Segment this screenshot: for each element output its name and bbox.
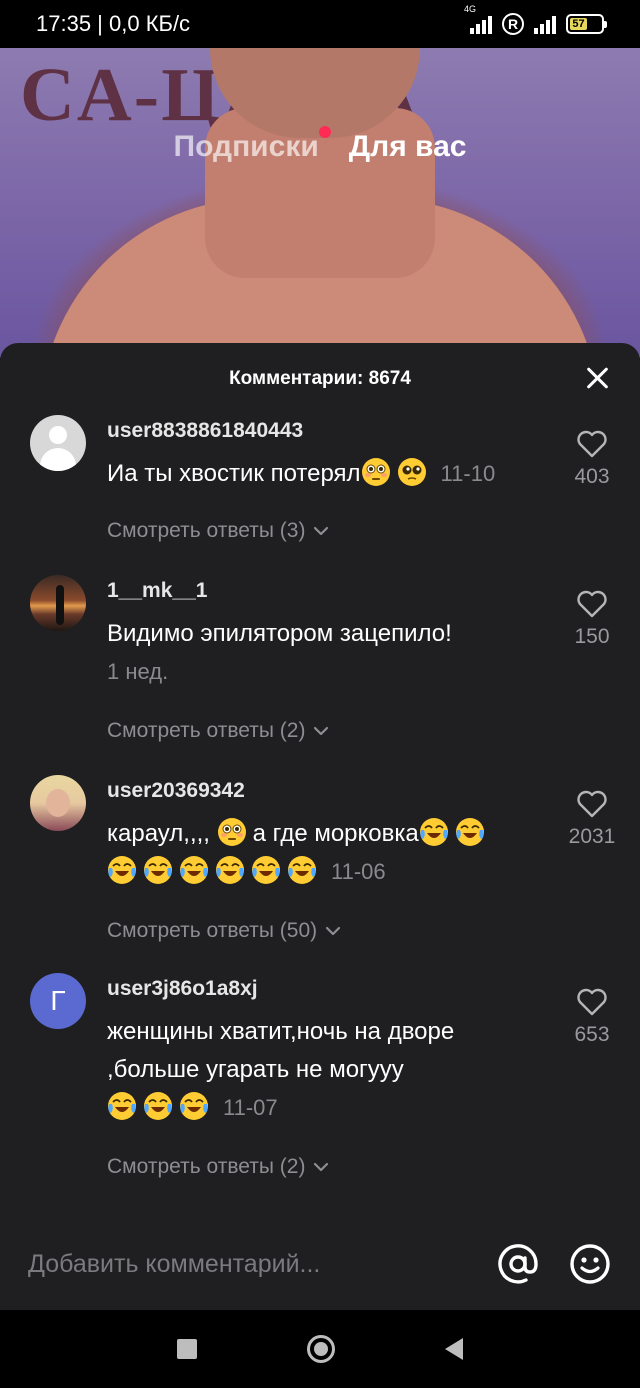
chevron-down-icon [311, 1157, 331, 1177]
avatar-sunset[interactable] [30, 575, 86, 631]
comment-input[interactable] [28, 1242, 496, 1286]
battery-icon: 57 [566, 14, 607, 34]
network-type-label: 4G [464, 4, 477, 14]
like-button[interactable]: 2031 [564, 789, 620, 849]
comment-text: женщины хватит,ночь на дворе ,больше уга… [107, 1013, 547, 1127]
heart-icon [576, 589, 608, 619]
comment-username[interactable]: user3j86o1a8xj [107, 977, 258, 1001]
like-count: 653 [574, 1023, 610, 1046]
joy-face-icon [419, 817, 449, 847]
chevron-down-icon [323, 921, 343, 941]
comment-text: Иа ты хвостик потерял 11-10 [107, 455, 547, 493]
close-icon[interactable] [584, 365, 610, 391]
joy-face-icon [179, 855, 209, 885]
chevron-down-icon [311, 721, 331, 741]
battery-level: 57 [570, 18, 588, 30]
back-icon[interactable] [445, 1338, 463, 1360]
avatar-woman[interactable] [30, 775, 86, 831]
tab-subscriptions-label: Подписки [173, 130, 319, 163]
notification-dot [318, 126, 331, 138]
like-count: 150 [574, 625, 610, 648]
home-icon[interactable] [307, 1335, 335, 1363]
heart-icon [576, 789, 608, 819]
comment-text-mid: а где морковка [252, 820, 419, 847]
comment-text: Видимо эпилятором зацепило! 1 нед. [107, 615, 547, 691]
comments-title: Комментарии: 8674 [229, 368, 411, 389]
joy-face-icon [179, 1091, 209, 1121]
comment-username[interactable]: user8838861840443 [107, 419, 303, 443]
comment-text-body: Иа ты хвостик потерял [107, 460, 361, 487]
comment-input-bar [0, 1218, 640, 1310]
video-background[interactable]: CA-ЦА-CA Подписки Для вас [0, 48, 640, 358]
comment-date: 1 нед. [107, 659, 169, 684]
joy-face-icon [107, 855, 137, 885]
signal-4g-icon: 4G [464, 4, 492, 34]
heart-icon [576, 429, 608, 459]
comment-text-body: Видимо эпилятором зацепило! [107, 620, 452, 647]
joy-face-icon [251, 855, 281, 885]
like-button[interactable]: 150 [564, 589, 620, 649]
flushed-face-icon [217, 817, 247, 847]
view-replies-button[interactable]: Смотреть ответы (2) [107, 1155, 331, 1179]
view-replies-label: Смотреть ответы (50) [107, 919, 318, 942]
tab-for-you[interactable]: Для вас [349, 130, 467, 164]
like-button[interactable]: 403 [564, 429, 620, 489]
like-count: 2031 [568, 825, 616, 848]
joy-face-icon [107, 1091, 137, 1121]
heart-icon [576, 987, 608, 1017]
comment-text-before: караул,,,, [107, 820, 217, 847]
registered-icon: R [502, 13, 524, 35]
view-replies-label: Смотреть ответы (3) [107, 519, 306, 542]
view-replies-button[interactable]: Смотреть ответы (50) [107, 919, 343, 943]
comment-text-body: женщины хватит,ночь на дворе ,больше уга… [107, 1018, 455, 1083]
view-replies-label: Смотреть ответы (2) [107, 719, 306, 742]
avatar-letter[interactable]: Г [30, 973, 86, 1029]
status-bar: 17:35 | 0,0 КБ/с 4G R 57 [0, 0, 640, 48]
view-replies-button[interactable]: Смотреть ответы (2) [107, 719, 331, 743]
comment-date: 11-07 [223, 1095, 278, 1120]
like-count: 403 [574, 465, 610, 488]
feed-tabs: Подписки Для вас [0, 126, 640, 164]
signal-icon [534, 14, 556, 34]
chevron-down-icon [311, 521, 331, 541]
system-nav-bar [0, 1310, 640, 1388]
comment-date: 11-10 [440, 461, 496, 486]
status-time-speed: 17:35 | 0,0 КБ/с [36, 11, 191, 36]
tab-subscriptions[interactable]: Подписки [173, 126, 331, 164]
mention-icon[interactable] [496, 1242, 540, 1286]
view-replies-label: Смотреть ответы (2) [107, 1155, 306, 1178]
comments-header: Комментарии: 8674 [0, 343, 640, 415]
comment-username[interactable]: user20369342 [107, 779, 245, 803]
like-button[interactable]: 653 [564, 987, 620, 1047]
comment-text: караул,,,, а где морковка 11-06 [107, 815, 547, 891]
avatar-default[interactable] [30, 415, 86, 471]
joy-face-icon [455, 817, 485, 847]
emoji-icon[interactable] [568, 1242, 612, 1286]
comment-date: 11-06 [331, 859, 386, 884]
pleading-face-icon [397, 457, 427, 487]
recents-icon[interactable] [177, 1339, 197, 1359]
status-icons: 4G R 57 [464, 4, 607, 35]
joy-face-icon [287, 855, 317, 885]
joy-face-icon [215, 855, 245, 885]
comment-username[interactable]: 1__mk__1 [107, 579, 207, 603]
flushed-face-icon [361, 457, 391, 487]
comments-sheet: Комментарии: 8674 user8838861840443 Иа т… [0, 343, 640, 1310]
joy-face-icon [143, 1091, 173, 1121]
view-replies-button[interactable]: Смотреть ответы (3) [107, 519, 331, 543]
joy-face-icon [143, 855, 173, 885]
